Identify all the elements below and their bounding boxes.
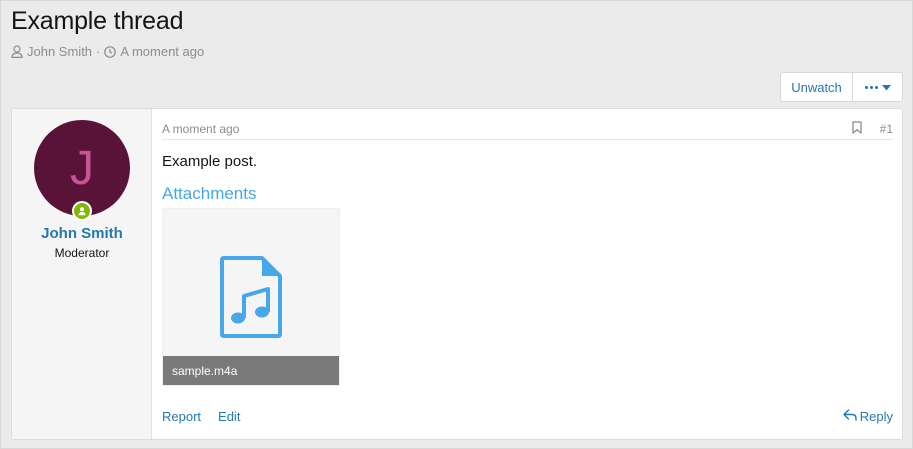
user-title: Moderator: [54, 246, 110, 260]
bookmark-icon[interactable]: [852, 121, 862, 139]
reply-button[interactable]: Reply: [843, 409, 893, 424]
thread-title: Example thread: [11, 7, 184, 35]
ellipsis-icon: [864, 85, 878, 89]
post-body: Example post.: [162, 153, 258, 170]
thread-meta: John Smith · A moment ago: [11, 44, 204, 59]
post-main-cell: A moment ago #1 Example post. Attachment…: [162, 109, 893, 439]
user-icon: [11, 45, 23, 58]
post: J John Smith Moderator A moment ago #1 E…: [11, 108, 903, 440]
post-user-cell: J John Smith Moderator: [12, 109, 152, 439]
audio-file-icon: [220, 256, 282, 343]
meta-separator: ·: [96, 44, 101, 59]
reply-label: Reply: [859, 409, 893, 424]
thread-time-link[interactable]: A moment ago: [120, 44, 204, 59]
post-date-link[interactable]: A moment ago: [162, 122, 239, 136]
attachments-heading: Attachments: [162, 184, 257, 203]
post-number-link[interactable]: #1: [880, 122, 893, 136]
post-footer-links: Report Edit: [162, 409, 240, 424]
avatar-letter: J: [70, 141, 94, 195]
more-options-button[interactable]: [853, 73, 902, 101]
thread-actions: Unwatch: [780, 72, 903, 102]
unwatch-button[interactable]: Unwatch: [781, 73, 853, 101]
thread-author-link[interactable]: John Smith: [27, 44, 92, 59]
attachment-thumbnail[interactable]: sample.m4a: [162, 208, 340, 386]
edit-link[interactable]: Edit: [218, 409, 240, 424]
online-status-icon: [72, 201, 92, 221]
caret-down-icon: [881, 78, 891, 96]
post-header: A moment ago #1: [162, 109, 893, 140]
attachment-filename[interactable]: sample.m4a: [163, 356, 339, 385]
report-link[interactable]: Report: [162, 409, 201, 424]
reply-icon: [843, 409, 857, 424]
page: Example thread John Smith · A moment ago…: [0, 0, 913, 449]
post-username[interactable]: John Smith: [12, 225, 152, 242]
clock-icon: [104, 45, 117, 58]
